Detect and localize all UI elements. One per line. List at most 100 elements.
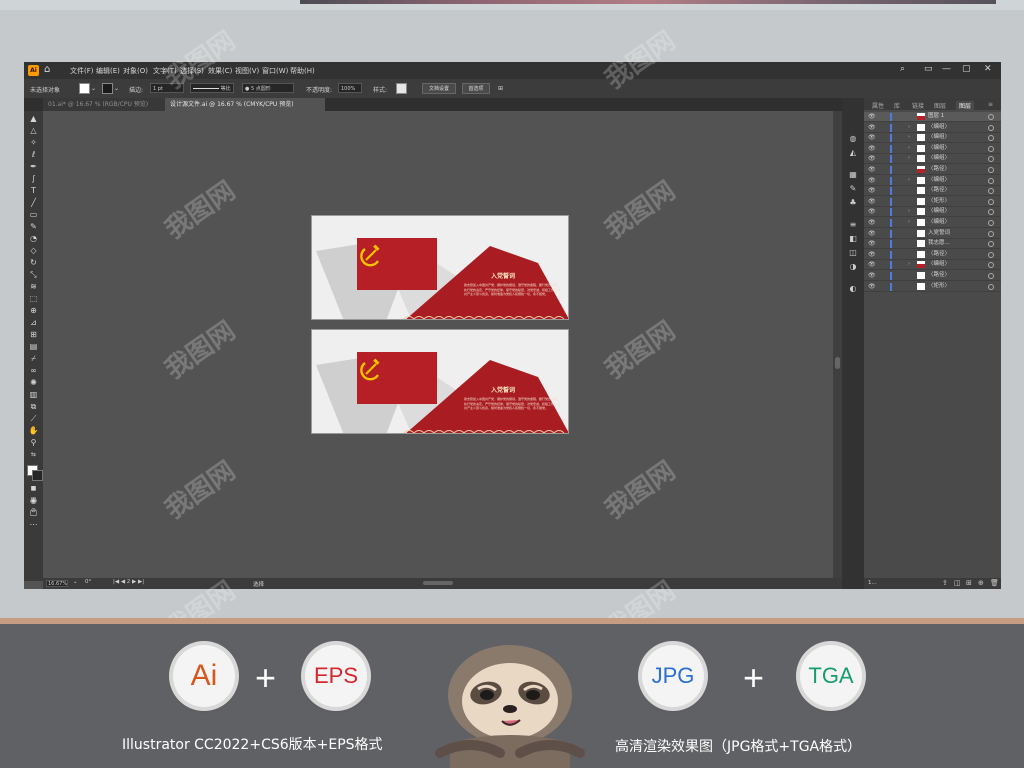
menu-edit[interactable]: 编辑(E) <box>96 66 120 76</box>
target-circle-icon[interactable] <box>988 283 994 290</box>
horizontal-scrollbar-thumb[interactable] <box>423 581 453 585</box>
target-circle-icon[interactable] <box>988 188 994 195</box>
minimize-button[interactable]: — <box>942 64 951 74</box>
draw-mode-icon[interactable]: ◉ <box>28 495 39 506</box>
visibility-eye-icon[interactable]: 👁 <box>868 218 876 227</box>
paintbrush-tool-icon[interactable]: ✎ <box>28 221 39 232</box>
visibility-eye-icon[interactable]: 👁 <box>868 239 876 248</box>
visibility-eye-icon[interactable]: 👁 <box>868 229 876 238</box>
target-circle-icon[interactable] <box>988 230 994 237</box>
target-circle-icon[interactable] <box>988 135 994 142</box>
visibility-eye-icon[interactable]: 👁 <box>868 165 876 174</box>
scale-tool-icon[interactable]: ⤡ <box>28 269 39 280</box>
graph-tool-icon[interactable]: ▥ <box>28 389 39 400</box>
layer-row[interactable]: 👁 图层 1 <box>864 112 1001 122</box>
visibility-eye-icon[interactable]: 👁 <box>868 197 876 206</box>
chevron-down-icon[interactable]: ⌄ <box>73 579 78 585</box>
menu-effect[interactable]: 效果(C) <box>208 66 232 76</box>
menu-view[interactable]: 视图(V) <box>235 66 259 76</box>
hand-tool-icon[interactable]: ✋ <box>28 425 39 436</box>
layer-row[interactable]: 👁 › 〈编组〉 <box>864 218 1001 228</box>
swap-colors-icon[interactable]: ⇆ <box>28 449 39 460</box>
chevron-down-icon[interactable]: ⌄ <box>114 85 119 92</box>
stroke-swatch[interactable] <box>102 83 113 94</box>
tab-design-source[interactable]: 设计源文件.ai @ 16.67 % (CMYK/CPU 预览) <box>165 98 325 111</box>
eyedropper-tool-icon[interactable]: ⌿ <box>28 353 39 364</box>
mesh-tool-icon[interactable]: ⊞ <box>28 329 39 340</box>
screen-mode-icon[interactable]: ▢ <box>28 507 39 518</box>
maximize-button[interactable]: ▢ <box>962 64 971 74</box>
target-circle-icon[interactable] <box>988 241 994 248</box>
appearance-icon[interactable]: ◑ <box>847 262 859 272</box>
free-transform-tool-icon[interactable]: ⬚ <box>28 293 39 304</box>
layer-row[interactable]: 👁 我志愿... <box>864 239 1001 250</box>
fill-swatch[interactable] <box>79 83 90 94</box>
tab-properties[interactable]: 属性 <box>872 101 884 110</box>
symbol-sprayer-tool-icon[interactable]: ✺ <box>28 377 39 388</box>
perspective-tool-icon[interactable]: ⊿ <box>28 317 39 328</box>
visibility-eye-icon[interactable]: 👁 <box>868 112 876 121</box>
symbols-icon[interactable]: ♣ <box>847 198 859 208</box>
expand-arrow-icon[interactable]: › <box>908 218 910 227</box>
make-clipping-mask-icon[interactable]: ◫ <box>954 579 961 587</box>
arrange-icon[interactable]: ▭ <box>924 64 933 74</box>
blend-tool-icon[interactable]: ∞ <box>28 365 39 376</box>
layer-row[interactable]: 👁 入党誓词 <box>864 229 1001 239</box>
expand-arrow-icon[interactable]: › <box>908 133 910 142</box>
visibility-eye-icon[interactable]: 👁 <box>868 176 876 185</box>
expand-arrow-icon[interactable]: › <box>908 144 910 153</box>
arrange-docs-icon[interactable]: ⊞ <box>498 85 503 92</box>
target-circle-icon[interactable] <box>988 114 994 120</box>
rotate-tool-icon[interactable]: ↻ <box>28 257 39 268</box>
shaper-tool-icon[interactable]: ◔ <box>28 233 39 244</box>
tab-links[interactable]: 链接 <box>912 101 924 110</box>
layer-row[interactable]: 👁 › 〈编组〉 <box>864 154 1001 165</box>
style-swatch[interactable] <box>396 83 407 94</box>
expand-arrow-icon[interactable]: › <box>908 207 910 216</box>
target-circle-icon[interactable] <box>988 220 994 226</box>
tab-libraries[interactable]: 库 <box>894 101 900 110</box>
layer-row[interactable]: 👁 〈路径〉 <box>864 186 1001 197</box>
collect-export-icon[interactable]: ⇪ <box>942 579 948 587</box>
width-tool-icon[interactable]: ≋ <box>28 281 39 292</box>
delete-layer-icon[interactable]: 🗑 <box>990 579 999 587</box>
layer-row[interactable]: 👁 〈路径〉 <box>864 250 1001 260</box>
close-button[interactable]: ✕ <box>984 64 992 74</box>
target-circle-icon[interactable] <box>988 209 994 216</box>
chevron-down-icon[interactable]: ⌄ <box>91 85 96 92</box>
layer-row[interactable]: 👁 〈矩形〉 <box>864 197 1001 207</box>
expand-arrow-icon[interactable]: › <box>908 260 910 269</box>
target-circle-icon[interactable] <box>988 273 994 279</box>
direct-selection-tool-icon[interactable]: △ <box>28 125 39 136</box>
stroke-color-box[interactable] <box>32 470 43 481</box>
eraser-tool-icon[interactable]: ◇ <box>28 245 39 256</box>
visibility-eye-icon[interactable]: 👁 <box>868 133 876 142</box>
tab-layers[interactable]: 图层 <box>934 101 946 110</box>
expand-arrow-icon[interactable]: › <box>908 154 910 163</box>
graphic-styles-icon[interactable]: ◐ <box>847 284 859 294</box>
visibility-eye-icon[interactable]: 👁 <box>868 123 876 132</box>
layer-row[interactable]: 👁 › 〈编组〉 <box>864 207 1001 218</box>
target-circle-icon[interactable] <box>988 124 994 131</box>
artboard-tool-icon[interactable]: ⧉ <box>28 401 39 412</box>
target-circle-icon[interactable] <box>988 145 994 152</box>
panel-menu-icon[interactable]: ≡ <box>988 101 993 108</box>
brush-select[interactable]: ● 5 点圆形 <box>242 83 294 93</box>
menu-object[interactable]: 对象(O) <box>123 66 148 76</box>
slice-tool-icon[interactable]: ⟋ <box>28 413 39 424</box>
color-wheel-icon[interactable]: ◍ <box>847 134 859 144</box>
artboard-nav-icon[interactable]: |◀ ◀ 2 ▶ ▶| <box>113 579 144 585</box>
opacity-input[interactable]: 100% <box>338 83 362 93</box>
gradient-tool-icon[interactable]: ▤ <box>28 341 39 352</box>
preferences-button[interactable]: 首选项 <box>462 83 490 94</box>
target-circle-icon[interactable] <box>988 167 994 173</box>
vertical-scrollbar[interactable] <box>833 111 842 578</box>
layer-row[interactable]: 👁 › 〈编组〉 <box>864 144 1001 154</box>
pen-tool-icon[interactable]: ✒ <box>28 161 39 172</box>
visibility-eye-icon[interactable]: 👁 <box>868 250 876 259</box>
rectangle-tool-icon[interactable]: ▭ <box>28 209 39 220</box>
target-circle-icon[interactable] <box>988 262 994 269</box>
tab-document-01[interactable]: 01.ai* @ 16.67 % (RGB/CPU 预览) <box>43 98 165 111</box>
curvature-tool-icon[interactable]: ∫ <box>28 173 39 184</box>
selection-tool-icon[interactable]: ▲ <box>28 113 39 124</box>
